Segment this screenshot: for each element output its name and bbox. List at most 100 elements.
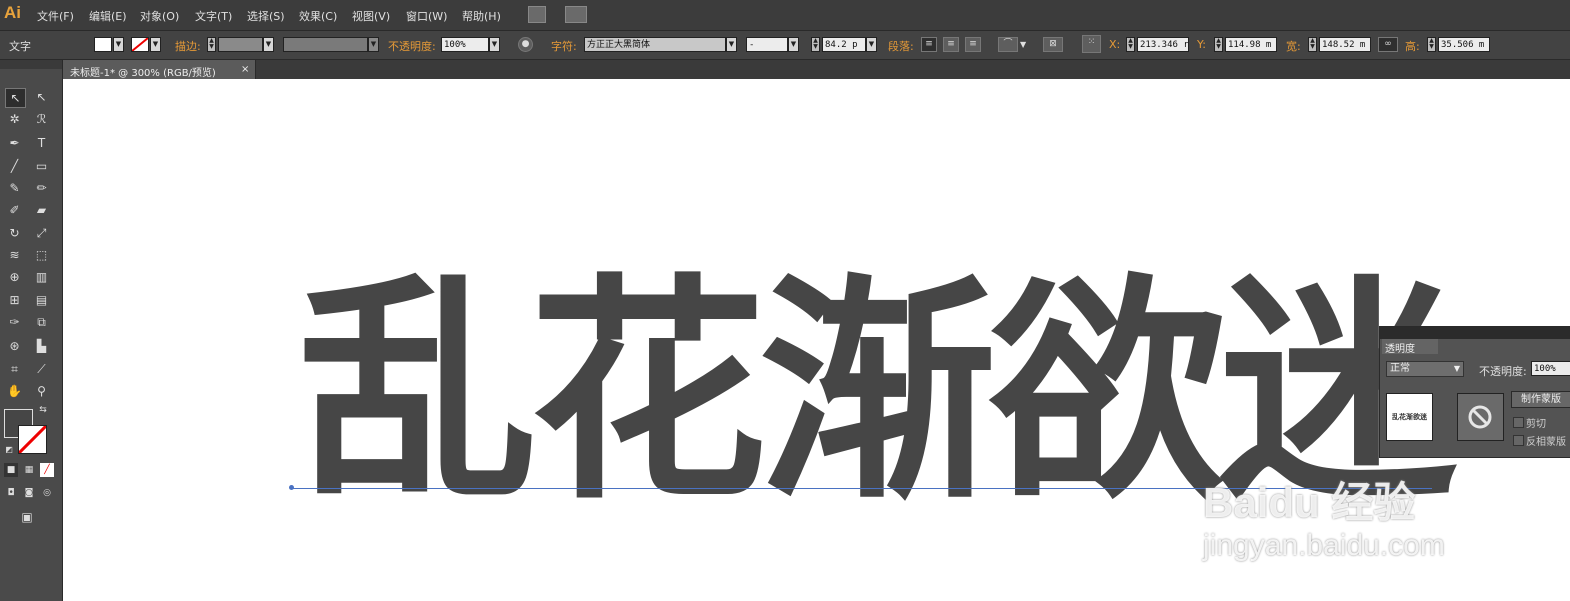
- menu-file[interactable]: 文件(F): [37, 8, 74, 24]
- draw-normal-icon[interactable]: ◘: [4, 486, 18, 500]
- draw-behind-icon[interactable]: ◙: [22, 486, 36, 500]
- artboard-tool-icon[interactable]: ⌗: [5, 360, 24, 378]
- stroke-weight-dropdown[interactable]: ▼: [263, 37, 274, 52]
- artwork-thumbnail[interactable]: 乱花渐欲迷: [1386, 393, 1433, 441]
- menu-select[interactable]: 选择(S): [247, 8, 285, 24]
- stroke-dropdown[interactable]: ▼: [150, 37, 161, 52]
- warp-text-icon[interactable]: ⌒: [998, 37, 1018, 52]
- font-family-dropdown[interactable]: ▼: [726, 37, 737, 52]
- mask-thumbnail[interactable]: [1457, 393, 1504, 441]
- clip-checkbox[interactable]: [1513, 417, 1524, 428]
- pencil-tool-icon[interactable]: ✏: [32, 179, 51, 197]
- rectangle-tool-icon[interactable]: ▭: [32, 157, 51, 175]
- reference-point-icon[interactable]: ⁙: [1082, 35, 1101, 53]
- line-tool-icon[interactable]: ╱: [5, 157, 24, 175]
- font-family-field[interactable]: 方正正大黑简体: [584, 37, 726, 52]
- font-style-field[interactable]: -: [746, 37, 788, 52]
- selection-type-label: 文字: [9, 40, 31, 53]
- blend-tool-icon[interactable]: ⧉: [32, 313, 51, 331]
- envelope-icon[interactable]: ⊠: [1043, 37, 1063, 52]
- pen-tool-icon[interactable]: ✒: [5, 134, 24, 152]
- width-spinner[interactable]: ▲ ▼: [1308, 37, 1317, 52]
- stroke-color-swatch[interactable]: [18, 425, 47, 454]
- gradient-tool-icon[interactable]: ▤: [32, 291, 51, 309]
- none-mode-icon[interactable]: ╱: [40, 463, 54, 477]
- text-anchor-point[interactable]: [289, 485, 294, 490]
- width-tool-icon[interactable]: ≋: [5, 246, 24, 264]
- recolor-icon[interactable]: ●: [518, 37, 533, 52]
- tools-panel-header[interactable]: [0, 60, 62, 69]
- panel-header[interactable]: [1380, 327, 1570, 339]
- slice-tool-icon[interactable]: ⟋: [32, 360, 51, 378]
- menu-type[interactable]: 文字(T): [195, 8, 232, 24]
- x-field[interactable]: 213.346 r: [1137, 37, 1189, 52]
- menu-help[interactable]: 帮助(H): [462, 8, 501, 24]
- lasso-tool-icon[interactable]: ℛ: [32, 110, 51, 128]
- warp-dropdown-icon[interactable]: ▼: [1020, 40, 1026, 49]
- scale-tool-icon[interactable]: ⤢: [32, 224, 51, 242]
- swap-colors-icon[interactable]: ⇆: [37, 404, 49, 416]
- menu-object[interactable]: 对象(O): [140, 8, 179, 24]
- free-transform-tool-icon[interactable]: ⬚: [32, 246, 51, 264]
- gradient-mode-icon[interactable]: ▦: [22, 463, 36, 477]
- magic-wand-tool-icon[interactable]: ✲: [5, 110, 24, 128]
- transparency-tab[interactable]: 透明度: [1382, 339, 1438, 355]
- align-center-icon[interactable]: ≡: [943, 37, 959, 52]
- menu-edit[interactable]: 编辑(E): [89, 8, 127, 24]
- menu-effect[interactable]: 效果(C): [299, 8, 337, 24]
- opacity-dropdown[interactable]: ▼: [489, 37, 500, 52]
- make-mask-button[interactable]: 制作蒙版: [1511, 391, 1570, 408]
- height-spinner[interactable]: ▲ ▼: [1427, 37, 1436, 52]
- font-size-spinner[interactable]: ▲ ▼: [811, 37, 820, 52]
- type-tool-icon[interactable]: T: [32, 134, 51, 152]
- artboard-canvas[interactable]: 乱花渐欲迷 Baidu 经验 jingyan.baidu.com: [63, 79, 1570, 601]
- opacity-field[interactable]: 100%: [441, 37, 489, 52]
- height-field[interactable]: 35.506 m: [1438, 37, 1490, 52]
- selection-tool-icon[interactable]: ↖: [5, 88, 26, 108]
- stroke-weight-spinner[interactable]: ▲ ▼: [207, 37, 216, 52]
- font-size-field[interactable]: 84.2 p: [822, 37, 866, 52]
- draw-inside-icon[interactable]: ◎: [40, 486, 54, 500]
- bridge-icon[interactable]: [528, 6, 546, 23]
- screen-mode-icon[interactable]: ▣: [17, 508, 37, 526]
- paintbrush-tool-icon[interactable]: ✎: [5, 179, 24, 197]
- blob-brush-tool-icon[interactable]: ✐: [5, 201, 24, 219]
- column-graph-tool-icon[interactable]: ▙: [32, 337, 51, 355]
- menu-window[interactable]: 窗口(W): [406, 8, 447, 24]
- panel-opacity-field[interactable]: 100%: [1531, 361, 1570, 376]
- x-spinner[interactable]: ▲ ▼: [1126, 37, 1135, 52]
- y-spinner[interactable]: ▲ ▼: [1214, 37, 1223, 52]
- default-colors-icon[interactable]: ◩: [3, 444, 15, 456]
- fill-swatch[interactable]: [94, 37, 112, 52]
- variable-width-profile[interactable]: [283, 37, 368, 52]
- eraser-tool-icon[interactable]: ▰: [32, 201, 51, 219]
- font-size-dropdown[interactable]: ▼: [866, 37, 877, 52]
- stroke-swatch[interactable]: [131, 37, 149, 52]
- eyedropper-tool-icon[interactable]: ✑: [5, 313, 24, 331]
- y-field[interactable]: 114.98 m: [1225, 37, 1277, 52]
- font-style-dropdown[interactable]: ▼: [788, 37, 799, 52]
- menu-view[interactable]: 视图(V): [352, 8, 390, 24]
- hand-tool-icon[interactable]: ✋: [5, 382, 24, 400]
- shape-builder-tool-icon[interactable]: ⊕: [5, 268, 24, 286]
- link-icon[interactable]: ∞: [1378, 37, 1398, 52]
- symbol-sprayer-tool-icon[interactable]: ▥: [32, 268, 51, 286]
- stroke-weight-field[interactable]: [218, 37, 263, 52]
- symbol-tool-icon[interactable]: ⊛: [5, 337, 24, 355]
- workspace-layout-icon[interactable]: [565, 6, 587, 23]
- direct-selection-tool-icon[interactable]: ↖: [32, 88, 51, 106]
- rotate-tool-icon[interactable]: ↻: [5, 224, 24, 242]
- profile-dropdown[interactable]: ▼: [368, 37, 379, 52]
- invert-mask-checkbox[interactable]: [1513, 435, 1524, 446]
- align-right-icon[interactable]: ≡: [965, 37, 981, 52]
- close-icon[interactable]: ×: [241, 64, 249, 75]
- document-tab[interactable]: 未标题-1* @ 300% (RGB/预览) ×: [63, 60, 256, 79]
- color-mode-icon[interactable]: ■: [4, 463, 18, 477]
- fill-dropdown[interactable]: ▼: [113, 37, 124, 52]
- mesh-tool-icon[interactable]: ⊞: [5, 291, 24, 309]
- blend-mode-select[interactable]: 正常 ▼: [1386, 361, 1464, 377]
- width-field[interactable]: 148.52 m: [1319, 37, 1371, 52]
- align-left-icon[interactable]: ≡: [921, 37, 937, 52]
- document-tab-bar: 未标题-1* @ 300% (RGB/预览) ×: [63, 60, 1570, 79]
- zoom-tool-icon[interactable]: ⚲: [32, 382, 51, 400]
